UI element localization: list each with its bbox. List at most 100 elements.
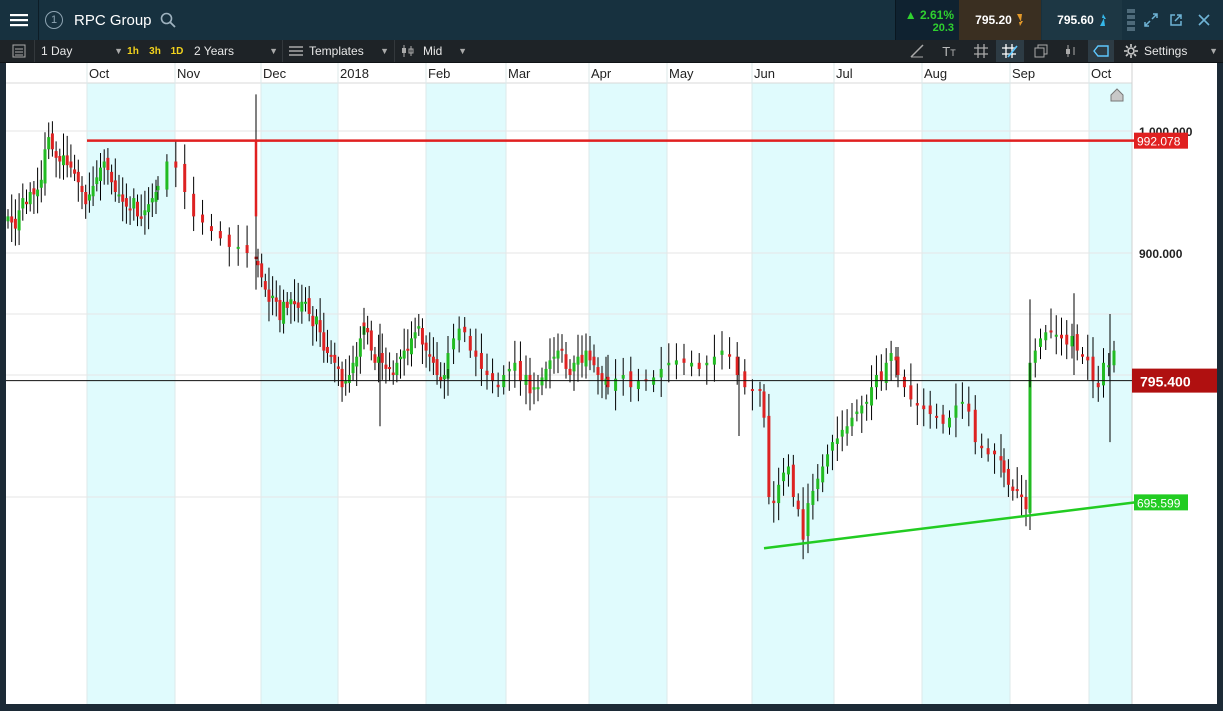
candle-body xyxy=(91,185,95,197)
candle-body xyxy=(366,328,370,333)
label-icon xyxy=(1093,45,1109,57)
candle-body xyxy=(62,155,65,166)
expand-button[interactable] xyxy=(1140,0,1162,40)
candle-body xyxy=(845,426,849,434)
candle-body xyxy=(1096,382,1100,388)
candle-body xyxy=(17,210,21,231)
candle-body xyxy=(576,356,580,365)
search-button[interactable] xyxy=(158,0,178,40)
instrument-name[interactable]: RPC Group xyxy=(74,0,156,40)
candle-type-button[interactable] xyxy=(1058,40,1084,62)
month-label: Jul xyxy=(836,66,853,81)
close-button[interactable] xyxy=(1192,0,1216,40)
candle-body xyxy=(84,192,88,205)
candle-body xyxy=(183,163,187,192)
chevron-down-icon: ▼ xyxy=(269,46,278,56)
candle-body xyxy=(384,364,388,369)
candle-body xyxy=(705,362,709,366)
candle-body xyxy=(128,208,132,211)
candle-body xyxy=(296,302,300,308)
candle-body xyxy=(928,405,932,415)
menu-button[interactable] xyxy=(0,0,39,40)
candle-body xyxy=(47,137,51,150)
chart-canvas[interactable]: Oct Nov Dec 2018 Feb Mar Apr May Jun Jul Aug Sep Oct… xyxy=(6,63,1217,704)
candle-body xyxy=(99,167,102,182)
candle-body xyxy=(468,335,472,351)
month-label: May xyxy=(669,66,694,81)
price-chart[interactable]: Oct Nov Dec 2018 Feb Mar Apr May Jun Jul Aug Sep Oct… xyxy=(6,63,1217,704)
popout-button[interactable] xyxy=(1165,0,1187,40)
candle-body xyxy=(322,332,326,351)
month-shade-band xyxy=(922,83,1010,704)
candle-body xyxy=(513,362,517,371)
candle-chart-icon xyxy=(402,45,414,57)
candle-body xyxy=(870,387,874,406)
candle-body xyxy=(1070,335,1074,347)
candle-body xyxy=(1054,334,1058,337)
month-shade-band xyxy=(589,83,667,704)
candle-body xyxy=(1039,338,1042,347)
templates-label: Templates xyxy=(309,44,364,58)
candle-body xyxy=(80,185,84,192)
price-type-dropdown[interactable]: Mid ▼ xyxy=(394,40,475,62)
month-label: Nov xyxy=(177,66,201,81)
chevron-down-icon: ▼ xyxy=(114,46,123,56)
settings-button[interactable]: Settings ▼ xyxy=(1120,40,1222,62)
candle-body xyxy=(980,445,984,449)
text-tool-button[interactable]: TT xyxy=(936,40,962,62)
candle-body xyxy=(1049,330,1053,333)
month-label: Oct xyxy=(89,66,110,81)
draw-line-button[interactable] xyxy=(904,40,930,62)
layers-icon xyxy=(1034,44,1048,58)
candle-body xyxy=(373,354,377,363)
candle-body xyxy=(922,405,926,410)
sell-price: 795.20 xyxy=(975,13,1012,27)
signal-bars-icon xyxy=(1124,0,1138,40)
sell-button[interactable]: 795.20 xyxy=(959,0,1041,40)
candle-body xyxy=(1024,497,1028,510)
candle-body xyxy=(850,417,854,427)
candle-body xyxy=(25,201,28,205)
buy-button[interactable]: 795.60 xyxy=(1042,0,1122,40)
quick-interval-1h[interactable]: 1h xyxy=(124,40,142,62)
candle-body xyxy=(329,354,333,357)
quick-interval-3h[interactable]: 3h xyxy=(146,40,164,62)
list-button[interactable] xyxy=(12,40,30,62)
candle-body xyxy=(860,405,864,414)
candle-body xyxy=(431,356,435,363)
candle-body xyxy=(263,281,267,290)
candle-body xyxy=(285,301,289,308)
candle-body xyxy=(289,299,293,305)
candle-body xyxy=(564,354,568,369)
range-dropdown[interactable]: 2 Years ▼ xyxy=(190,40,282,62)
month-label: 2018 xyxy=(340,66,369,81)
templates-dropdown[interactable]: Templates ▼ xyxy=(282,40,395,62)
month-label: Oct xyxy=(1091,66,1112,81)
grid-button[interactable] xyxy=(968,40,994,62)
month-label: Dec xyxy=(263,66,287,81)
candle-body xyxy=(314,316,318,325)
candle-body xyxy=(777,484,781,504)
change-pct-row: ▲ 2.61% xyxy=(905,8,954,22)
window-number-badge[interactable]: 1 xyxy=(44,0,64,40)
change-abs: 20.3 xyxy=(932,22,954,34)
candle-body xyxy=(351,362,355,374)
candle-body xyxy=(36,189,40,197)
interval-dropdown[interactable]: 1 Day ▼ xyxy=(34,40,127,62)
candle-body xyxy=(491,373,495,382)
month-shade-band xyxy=(426,83,506,704)
candle-body xyxy=(435,359,439,375)
crosshair-button[interactable] xyxy=(996,40,1024,62)
quick-interval-1d[interactable]: 1D xyxy=(168,40,186,62)
candle-body xyxy=(218,231,222,239)
candle-body xyxy=(256,260,260,266)
instrument-header: 1 RPC Group ▲ 2.61% 20.3 795.20 795.60 xyxy=(0,0,1223,41)
candle-body xyxy=(156,185,160,191)
layers-button[interactable] xyxy=(1028,40,1054,62)
candle-body xyxy=(388,367,392,370)
candle-body xyxy=(395,362,399,375)
candle-body xyxy=(1075,334,1079,351)
candle-body xyxy=(682,358,686,363)
candle-body xyxy=(43,149,47,184)
label-button[interactable] xyxy=(1088,40,1114,62)
